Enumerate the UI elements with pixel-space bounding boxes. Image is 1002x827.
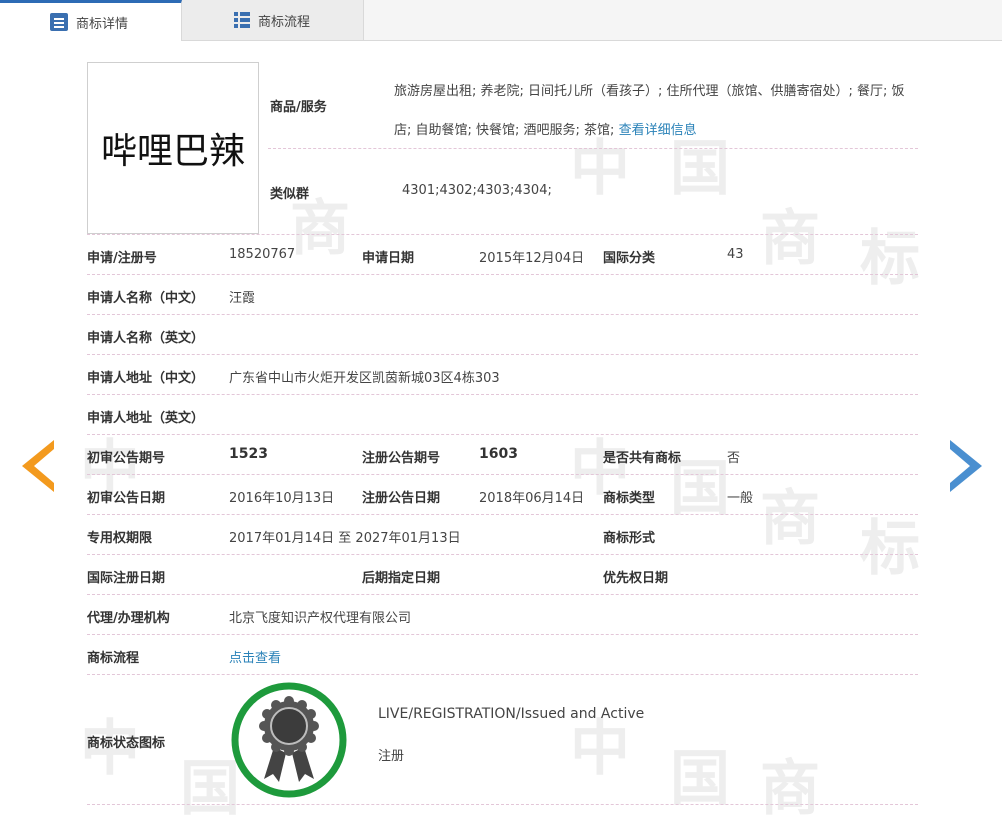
detail-list-icon <box>50 13 68 31</box>
prelim-date-label: 初审公告日期 <box>87 491 166 506</box>
divider <box>87 554 918 555</box>
similar-group-label: 类似群 <box>270 187 310 202</box>
prelim-no-value: 1523 <box>229 446 268 462</box>
goods-label: 商品/服务 <box>270 100 327 115</box>
divider <box>87 474 918 475</box>
watermark-char: 商 <box>760 754 820 824</box>
goods-value: 旅游房屋出租; 养老院; 日间托儿所（看孩子）; 住所代理（旅馆、供膳寄宿处）;… <box>394 72 909 150</box>
intl-reg-date-label: 国际注册日期 <box>87 571 166 586</box>
address-cn-value: 广东省中山市火炬开发区凯茵新城03区4栋303 <box>229 371 500 386</box>
shared-value: 否 <box>727 451 741 466</box>
app-date-label: 申请日期 <box>362 251 415 266</box>
divider <box>87 314 918 315</box>
tm-type-value: 一般 <box>727 491 754 506</box>
rosette-medal-icon <box>231 682 347 798</box>
reg-pub-no-label: 注册公告期号 <box>362 451 441 466</box>
applicant-en-label: 申请人名称（英文） <box>87 331 205 346</box>
process-label: 商标流程 <box>87 651 140 666</box>
reg-pub-date-value: 2018年06月14日 <box>479 491 585 506</box>
exclusive-period-label: 专用权期限 <box>87 531 153 546</box>
exclusive-period-value: 2017年01月14日 至 2027年01月13日 <box>229 531 461 546</box>
tab-bar: 商标详情 商标流程 <box>0 0 1002 41</box>
divider <box>87 394 918 395</box>
divider <box>87 804 918 805</box>
divider <box>87 674 918 675</box>
watermark-char: 标 <box>860 224 920 294</box>
address-en-label: 申请人地址（英文） <box>87 411 205 426</box>
tab-trademark-flow-label: 商标流程 <box>258 14 311 30</box>
divider <box>87 234 918 235</box>
trademark-name: 哔哩巴辣 <box>100 131 245 172</box>
divider <box>268 148 918 149</box>
shared-label: 是否共有商标 <box>603 451 682 466</box>
prelim-no-label: 初审公告期号 <box>87 451 166 466</box>
status-cn: 注册 <box>378 749 405 764</box>
tab-trademark-detail[interactable]: 商标详情 <box>0 0 182 41</box>
divider <box>87 634 918 635</box>
divider <box>87 594 918 595</box>
similar-group-value: 4301;4302;4303;4304; <box>402 183 552 198</box>
reg-no-value: 18520767 <box>229 247 296 262</box>
status-en: LIVE/REGISTRATION/Issued and Active <box>378 706 645 722</box>
trademark-image: 哔哩巴辣 <box>87 62 259 234</box>
flow-list-icon <box>234 12 250 28</box>
tab-trademark-flow[interactable]: 商标流程 <box>182 0 364 40</box>
address-cn-label: 申请人地址（中文） <box>87 371 205 386</box>
prev-arrow-icon[interactable] <box>22 440 54 492</box>
divider <box>87 514 918 515</box>
tm-form-label: 商标形式 <box>603 531 656 546</box>
agent-value: 北京飞度知识产权代理有限公司 <box>229 611 412 626</box>
divider <box>87 274 918 275</box>
view-process-link[interactable]: 点击查看 <box>229 647 281 666</box>
reg-no-label: 申请/注册号 <box>87 251 157 266</box>
intl-class-label: 国际分类 <box>603 251 656 266</box>
applicant-cn-label: 申请人名称（中文） <box>87 291 205 306</box>
tab-trademark-detail-label: 商标详情 <box>76 16 129 32</box>
reg-pub-date-label: 注册公告日期 <box>362 491 441 506</box>
intl-class-value: 43 <box>727 247 744 262</box>
divider <box>87 354 918 355</box>
later-date-label: 后期指定日期 <box>362 571 441 586</box>
applicant-cn-value: 汪霞 <box>229 291 256 306</box>
reg-pub-no-value: 1603 <box>479 446 518 462</box>
status-icon-label: 商标状态图标 <box>87 736 166 751</box>
prelim-date-value: 2016年10月13日 <box>229 491 335 506</box>
priority-date-label: 优先权日期 <box>603 571 669 586</box>
app-date-value: 2015年12月04日 <box>479 251 585 266</box>
view-details-link[interactable]: 查看详细信息 <box>619 123 697 138</box>
next-arrow-icon[interactable] <box>950 440 982 492</box>
agent-label: 代理/办理机构 <box>87 611 170 626</box>
tm-type-label: 商标类型 <box>603 491 656 506</box>
divider <box>87 434 918 435</box>
